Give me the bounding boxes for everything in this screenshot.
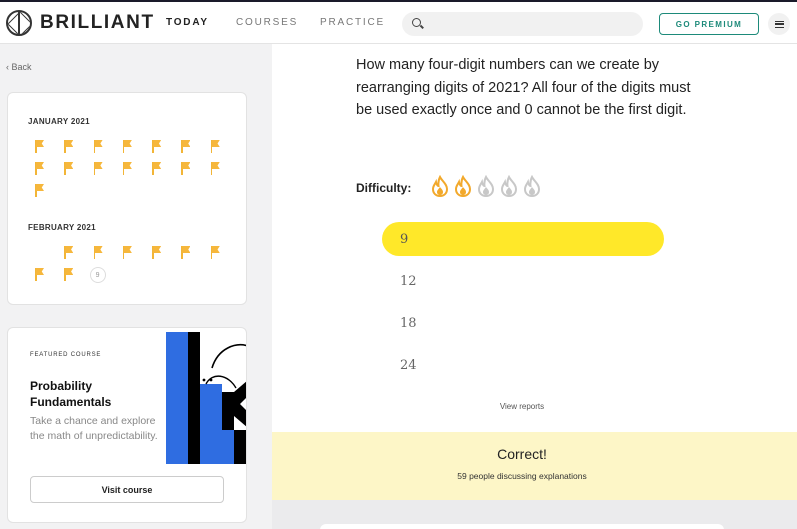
correct-title: Correct! (497, 446, 547, 462)
search-input[interactable] (426, 12, 636, 36)
menu-button[interactable] (768, 13, 790, 35)
nav-courses[interactable]: COURSES (236, 17, 298, 28)
answer-option-3[interactable]: 18 (382, 306, 664, 340)
flag-icon[interactable] (34, 140, 46, 154)
difficulty-rating (429, 175, 543, 197)
difficulty-label: Difficulty: (356, 181, 412, 195)
streak-calendar-card: JANUARY 2021 FEBRUARY 2021 9 (7, 92, 247, 305)
calendar-blank (34, 246, 46, 260)
nav-practice[interactable]: PRACTICE (320, 17, 385, 28)
brilliant-logo[interactable]: BRILLIANT (6, 10, 155, 36)
flag-icon[interactable] (63, 268, 75, 282)
explanation-card (320, 524, 724, 529)
calendar-grid-january (34, 140, 239, 206)
flag-icon[interactable] (34, 184, 46, 198)
flag-icon[interactable] (210, 140, 222, 154)
flag-icon[interactable] (151, 162, 163, 176)
flag-icon[interactable] (180, 140, 192, 154)
flag-icon[interactable] (93, 162, 105, 176)
flag-icon[interactable] (122, 246, 134, 260)
course-title: Probability Fundamentals (30, 379, 112, 409)
nav-today[interactable]: TODAY (166, 17, 209, 28)
flag-icon[interactable] (210, 162, 222, 176)
problem-panel: How many four-digit numbers can we creat… (272, 44, 797, 432)
flag-icon[interactable] (122, 162, 134, 176)
option-label: 9 (400, 231, 409, 247)
flame-icon (523, 175, 541, 197)
flag-icon[interactable] (63, 140, 75, 154)
flag-icon[interactable] (151, 140, 163, 154)
go-premium-button[interactable]: GO PREMIUM (659, 13, 759, 35)
course-description: Take a chance and explore the math of un… (30, 415, 158, 442)
flag-icon[interactable] (63, 246, 75, 260)
hamburger-menu-icon (774, 20, 784, 28)
search-icon (412, 18, 421, 27)
course-illustration (166, 332, 246, 464)
view-reports-link[interactable]: View reports (272, 402, 772, 411)
top-nav-bar: BRILLIANT TODAY COURSES PRACTICE GO PREM… (0, 0, 797, 44)
option-label: 24 (400, 357, 417, 373)
back-label: Back (11, 62, 32, 72)
search-bar[interactable] (402, 12, 643, 36)
option-label: 18 (400, 315, 417, 331)
discussion-count-link[interactable]: 59 people discussing explanations (272, 471, 772, 481)
flag-icon[interactable] (180, 162, 192, 176)
left-sidebar: ‹ Back JANUARY 2021 FEBRUARY 2021 9 FEAT… (0, 44, 272, 529)
explanations-area (272, 500, 797, 529)
flame-icon (477, 175, 495, 197)
answer-option-2[interactable]: 12 (382, 264, 664, 298)
flag-icon[interactable] (180, 246, 192, 260)
flame-icon (431, 175, 449, 197)
flag-icon[interactable] (93, 246, 105, 260)
flame-icon (454, 175, 472, 197)
flag-icon[interactable] (210, 246, 222, 260)
featured-course-label: FEATURED COURSE (30, 352, 102, 358)
visit-course-button[interactable]: Visit course (30, 476, 224, 503)
featured-course-card[interactable]: FEATURED COURSE Probability Fundamentals… (7, 327, 247, 523)
flag-icon[interactable] (151, 246, 163, 260)
flag-icon[interactable] (34, 268, 46, 282)
logo-text: BRILLIANT (40, 12, 155, 33)
month-label-january: JANUARY 2021 (28, 117, 90, 126)
answer-option-4[interactable]: 24 (382, 348, 664, 382)
flame-icon (500, 175, 518, 197)
brilliant-logo-icon (6, 10, 32, 36)
flag-icon[interactable] (34, 162, 46, 176)
calendar-grid-february: 9 (34, 246, 239, 290)
flag-icon[interactable] (122, 140, 134, 154)
calendar-day-current[interactable]: 9 (89, 267, 106, 283)
question-text: How many four-digit numbers can we creat… (356, 57, 691, 118)
flag-icon[interactable] (63, 162, 75, 176)
answer-option-1[interactable]: 9 (382, 222, 664, 256)
back-link[interactable]: ‹ Back (6, 62, 32, 72)
option-label: 12 (400, 273, 417, 289)
flag-icon[interactable] (93, 140, 105, 154)
month-label-february: FEBRUARY 2021 (28, 223, 96, 232)
correct-feedback-banner: Correct! 59 people discussing explanatio… (272, 432, 797, 500)
